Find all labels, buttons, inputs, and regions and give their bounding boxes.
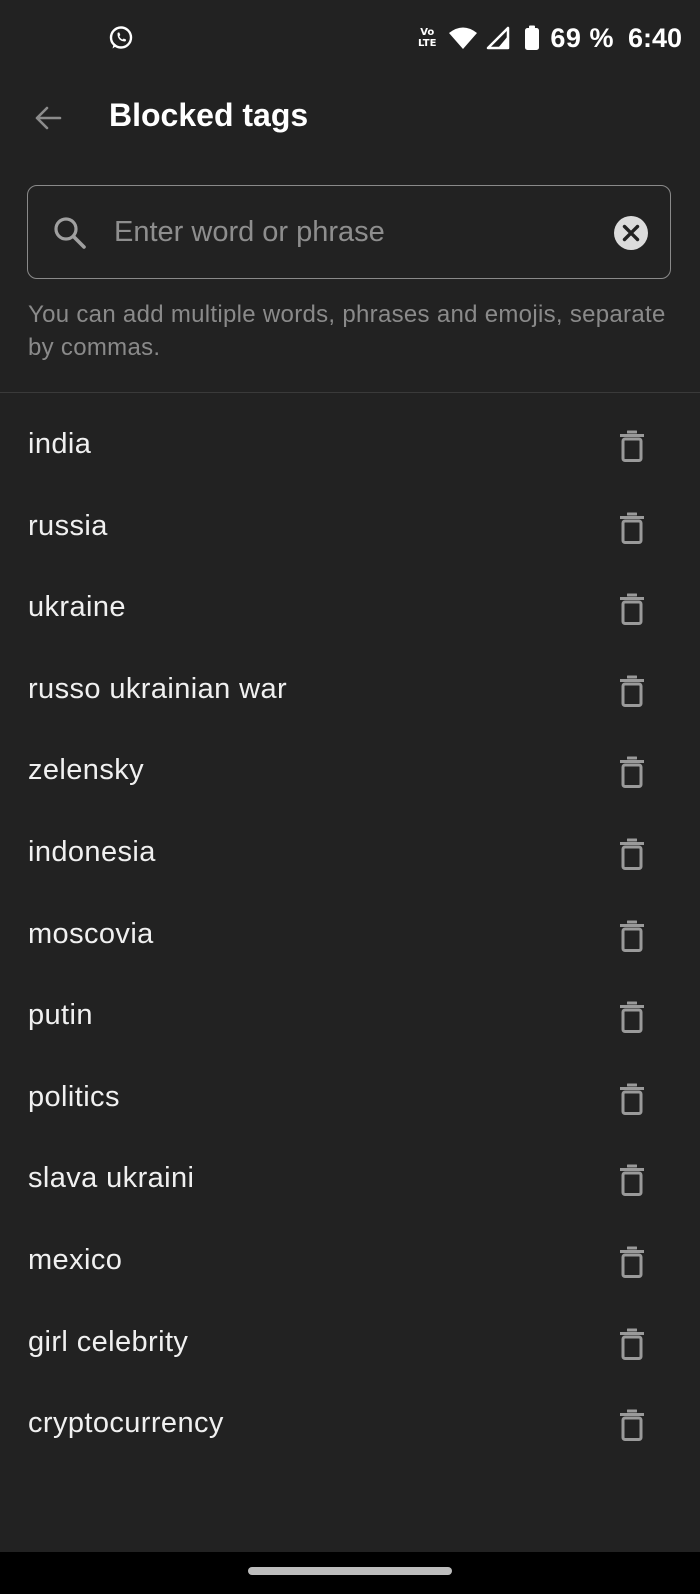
tag-label: russo ukrainian war [28,672,288,705]
tag-label: india [28,428,92,460]
list-item: zelensky [0,734,700,816]
signal-icon [487,26,510,50]
tag-label: politics [28,1080,120,1113]
list-item: russo ukrainian war [0,653,700,735]
list-item: ukraine [0,571,700,653]
delete-button[interactable] [614,836,650,872]
tag-label: putin [28,999,93,1032]
divider [0,392,700,393]
trash-icon [620,675,644,707]
battery-percent: 69 % [550,22,614,53]
battery-icon [525,25,540,50]
list-item: russia [0,490,700,572]
trash-icon [620,1409,644,1441]
list-item: girl celebrity [0,1306,700,1388]
search-input[interactable] [114,206,584,258]
trash-icon [620,1001,644,1034]
list-item: moscovia [0,898,700,980]
clock: 6:40 [627,22,682,53]
delete-button[interactable] [614,1407,650,1441]
delete-button[interactable] [614,918,650,954]
delete-button[interactable] [614,510,650,546]
delete-button[interactable] [614,1244,650,1280]
app-bar: Blocked tags [0,80,700,160]
trash-icon [620,593,644,626]
trash-icon [620,920,644,952]
volte-icon: Vo LTE [418,27,436,49]
volte-bottom-label: LTE [418,38,437,49]
delete-button[interactable] [614,1162,650,1198]
list-item: politics [0,1061,700,1143]
helper-text: You can add multiple words, phrases and … [28,301,666,361]
delete-button[interactable] [614,673,650,709]
close-circle-icon[interactable] [613,215,649,251]
blocked-tag-list[interactable]: india russia ukraine russo ukrainian war… [0,408,700,1441]
delete-button[interactable] [614,591,650,627]
trash-icon [620,512,644,544]
tag-label: zelensky [28,754,145,787]
list-item: mexico [0,1224,700,1306]
trash-icon [620,430,644,462]
wifi-icon [449,27,478,49]
trash-icon [620,1083,644,1115]
delete-button[interactable] [614,999,650,1035]
arrow-left-icon [35,106,62,130]
navigation-bar [0,1552,700,1594]
delete-button[interactable] [614,754,650,790]
delete-button[interactable] [614,428,650,464]
list-item: putin [0,979,700,1061]
search-field[interactable] [27,185,671,279]
list-item: india [0,408,700,490]
list-item: cryptocurrency [0,1387,700,1441]
whatsapp-icon [109,26,133,49]
tag-label: indonesia [28,835,156,868]
tag-label: russia [28,509,108,542]
tag-label: girl celebrity [28,1325,189,1358]
trash-icon [620,1164,644,1197]
list-item: slava ukraini [0,1142,700,1224]
tag-label: ukraine [28,591,126,624]
trash-icon [620,1328,644,1360]
status-icons: Vo LTE 69 % 6:40 [418,20,682,56]
delete-button[interactable] [614,1081,650,1117]
delete-button[interactable] [614,1326,650,1362]
back-button[interactable] [28,98,68,138]
search-icon [54,217,86,249]
tag-label: moscovia [28,917,154,950]
list-item: indonesia [0,816,700,898]
page-title: Blocked tags [109,97,309,133]
gesture-handle[interactable] [248,1567,452,1575]
tag-label: slava ukraini [28,1162,195,1195]
tag-label: cryptocurrency [28,1407,224,1440]
tag-label: mexico [28,1243,123,1276]
volte-top-label: Vo [420,27,435,38]
trash-icon [620,756,644,789]
status-bar: Vo LTE 69 % 6:40 [0,0,700,78]
trash-icon [620,1246,644,1278]
trash-icon [620,838,644,870]
